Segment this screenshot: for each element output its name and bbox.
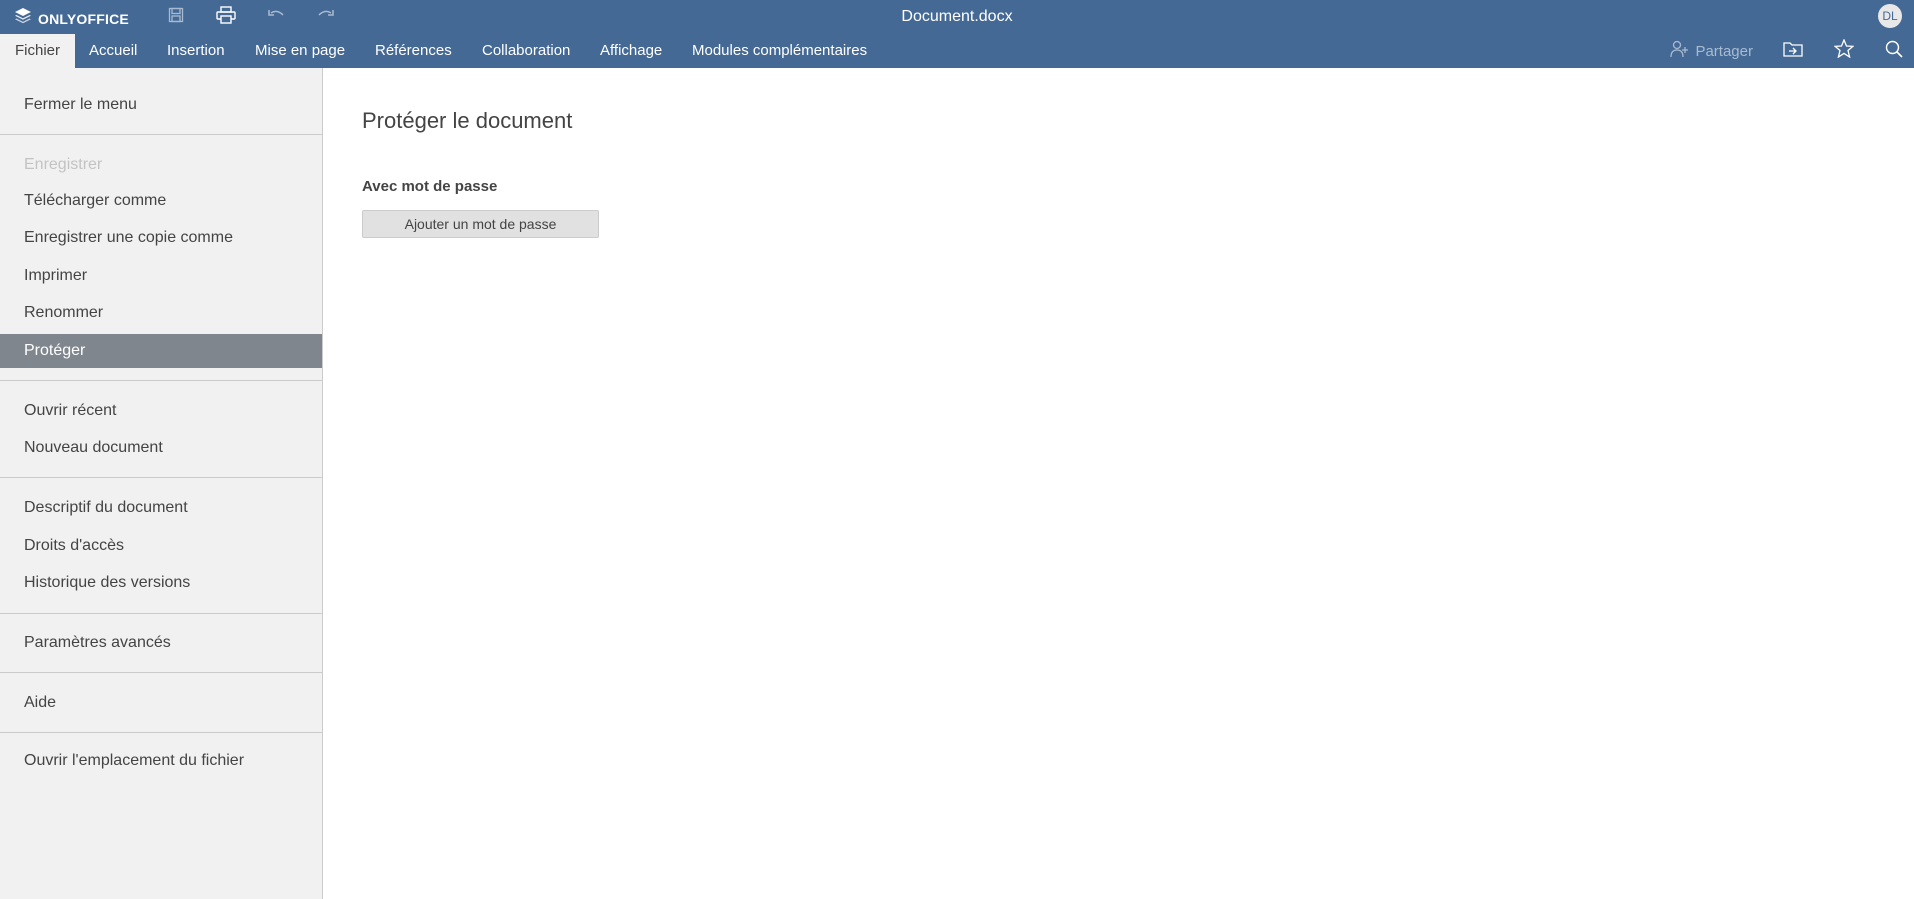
tab-fichier[interactable]: Fichier: [0, 34, 76, 68]
user-avatar[interactable]: DL: [1878, 4, 1902, 28]
menu-open-file-location[interactable]: Ouvrir l'emplacement du fichier: [0, 744, 323, 778]
open-location-icon: [1783, 41, 1803, 62]
menu-divider: [0, 732, 322, 733]
panel-title: Protéger le document: [362, 108, 573, 133]
menu-print[interactable]: Imprimer: [0, 259, 323, 293]
share-user-icon: [1670, 40, 1690, 62]
menu-new-document[interactable]: Nouveau document: [0, 431, 323, 465]
menu-divider: [0, 380, 322, 381]
password-section-label: Avec mot de passe: [362, 178, 498, 195]
share-label: Partager: [1695, 42, 1753, 60]
menu-close[interactable]: Fermer le menu: [0, 88, 323, 122]
save-icon: [168, 7, 184, 28]
menu-protect[interactable]: Protéger: [0, 334, 322, 368]
tab-affichage[interactable]: Affichage: [585, 34, 677, 68]
tab-insertion[interactable]: Insertion: [152, 34, 240, 68]
tab-accueil[interactable]: Accueil: [74, 34, 152, 68]
menu-save: Enregistrer: [24, 156, 103, 173]
menu-advanced-settings[interactable]: Paramètres avancés: [0, 626, 323, 660]
top-header: ONLYOFFICE Document.docx DL Fichier Accu…: [0, 0, 1914, 68]
menu-access-rights[interactable]: Droits d'accès: [0, 529, 323, 563]
search-icon: [1885, 40, 1903, 63]
title-bar: ONLYOFFICE Document.docx DL: [0, 0, 1914, 34]
tab-references[interactable]: Références: [360, 34, 467, 68]
share-button[interactable]: Partager: [1670, 34, 1753, 68]
menu-document-info[interactable]: Descriptif du document: [0, 491, 323, 525]
tab-modules-complementaires[interactable]: Modules complémentaires: [677, 34, 882, 68]
tab-collaboration[interactable]: Collaboration: [467, 34, 585, 68]
undo-button[interactable]: [263, 5, 289, 29]
redo-icon: [317, 8, 335, 27]
file-menu-sidebar: Fermer le menu Enregistrer Télécharger c…: [0, 68, 323, 899]
star-icon: [1833, 38, 1855, 63]
save-button[interactable]: [163, 5, 189, 29]
menu-divider: [0, 477, 322, 478]
toolbar-tabs: Fichier Accueil Insertion Mise en page R…: [0, 34, 1914, 68]
print-button[interactable]: [213, 5, 239, 29]
menu-divider: [0, 672, 322, 673]
menu-open-recent[interactable]: Ouvrir récent: [0, 394, 323, 428]
add-password-button[interactable]: Ajouter un mot de passe: [362, 210, 599, 238]
menu-divider: [0, 134, 322, 135]
menu-version-history[interactable]: Historique des versions: [0, 566, 323, 600]
undo-icon: [267, 8, 285, 27]
print-icon: [216, 5, 236, 29]
redo-button[interactable]: [313, 5, 339, 29]
app-logo[interactable]: ONLYOFFICE: [14, 7, 129, 30]
onlyoffice-logo-icon: [14, 7, 32, 30]
open-location-button[interactable]: [1780, 39, 1806, 63]
menu-help[interactable]: Aide: [0, 686, 323, 720]
menu-rename[interactable]: Renommer: [0, 296, 323, 330]
search-button[interactable]: [1881, 39, 1907, 63]
tab-mise-en-page[interactable]: Mise en page: [240, 34, 360, 68]
menu-save-copy-as[interactable]: Enregistrer une copie comme: [0, 221, 323, 255]
menu-divider: [0, 613, 322, 614]
logo-text: ONLYOFFICE: [38, 10, 129, 27]
favorite-button[interactable]: [1831, 38, 1857, 63]
menu-download-as[interactable]: Télécharger comme: [0, 184, 323, 218]
